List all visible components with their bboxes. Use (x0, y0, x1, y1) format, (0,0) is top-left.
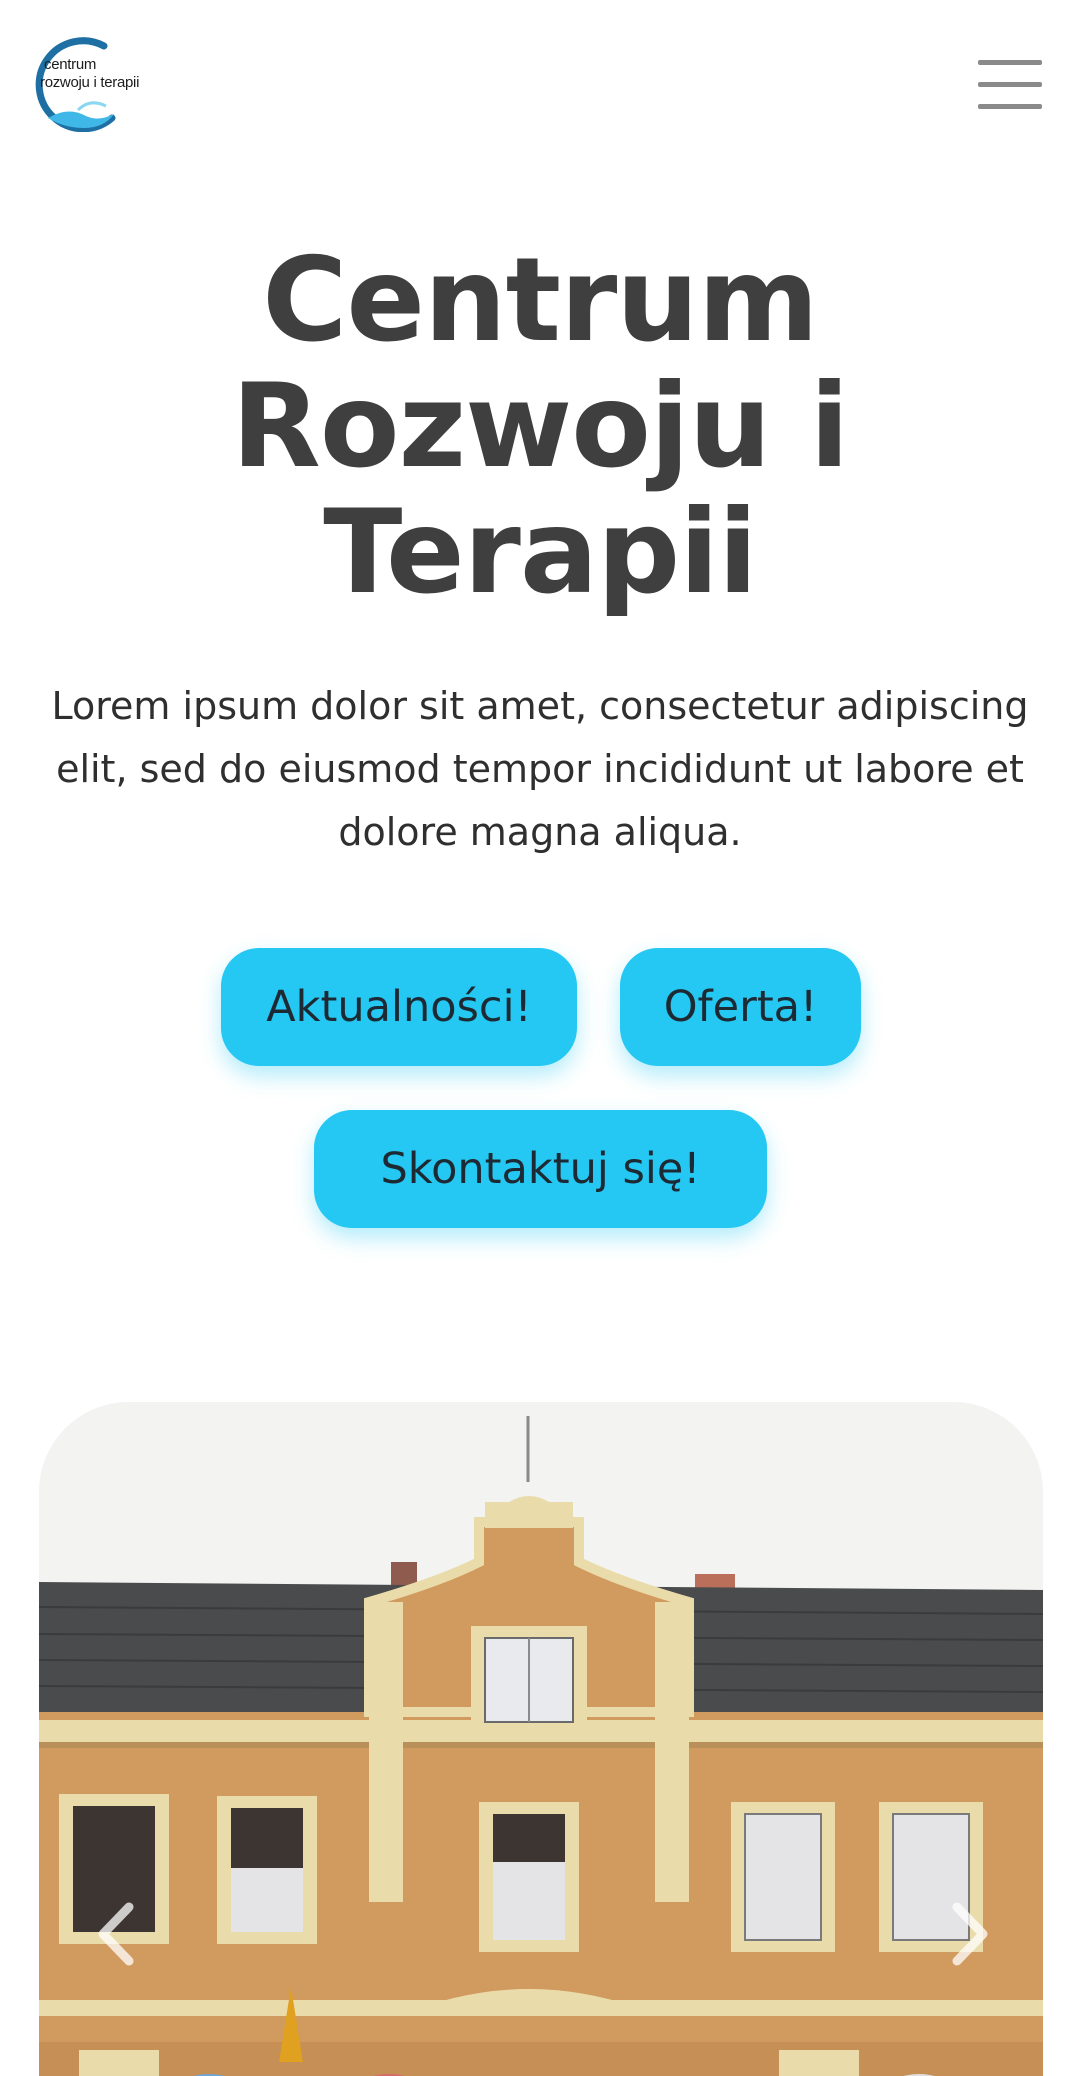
hero-title: Centrum Rozwoju i Terapii (40, 238, 1040, 616)
logo[interactable]: centrum rozwoju i terapii (18, 36, 148, 132)
image-slider[interactable] (39, 1402, 1043, 2076)
hero-description: Lorem ipsum dolor sit amet, consectetur … (51, 684, 1029, 854)
chevron-right-icon (952, 1902, 988, 1966)
chevron-left-icon (98, 1902, 134, 1966)
hamburger-menu-icon[interactable] (978, 58, 1044, 110)
logo-line-2: rozwoju i terapii (40, 74, 140, 91)
logo-line-1: centrum (44, 56, 97, 73)
offer-button[interactable]: Oferta! (620, 948, 861, 1066)
hero-title-line-2: Rozwoju i (231, 359, 850, 494)
hero-title-line-3: Terapii (323, 485, 757, 620)
building-facade-image (39, 1402, 1043, 2076)
menu-bar (978, 60, 1042, 65)
menu-bar (978, 104, 1042, 109)
slider-prev-button[interactable] (91, 1899, 141, 1969)
hero-title-line-1: Centrum (262, 233, 818, 368)
menu-bar (978, 82, 1042, 87)
slider-next-button[interactable] (945, 1899, 995, 1969)
contact-button[interactable]: Skontaktuj się! (314, 1110, 767, 1228)
page: centrum rozwoju i terapii Centrum Rozwoj… (0, 0, 1080, 2076)
news-button[interactable]: Aktualności! (221, 948, 577, 1066)
logo-text: centrum rozwoju i terapii (40, 56, 139, 92)
site-header: centrum rozwoju i terapii (0, 0, 1080, 170)
